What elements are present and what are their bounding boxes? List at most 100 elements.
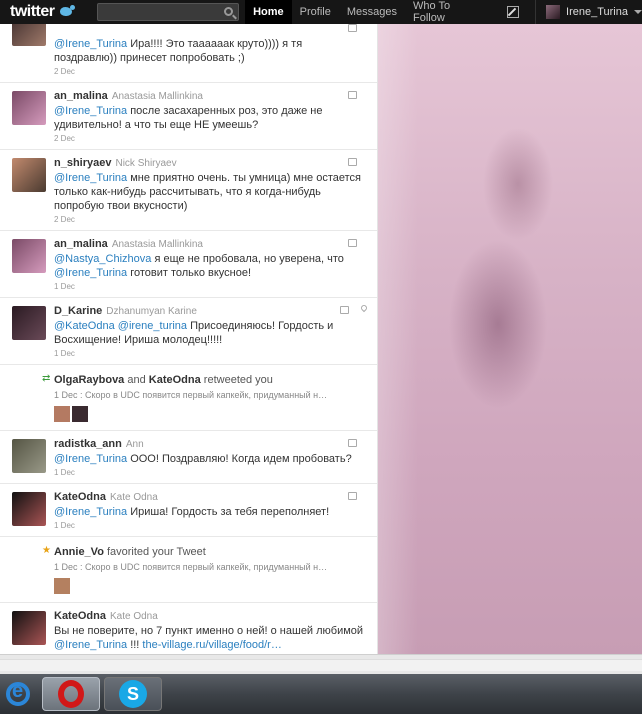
activity-action: retweeted you: [200, 374, 273, 386]
taskbar-ie-button[interactable]: [0, 677, 36, 711]
avatar[interactable]: [12, 611, 46, 645]
full-name: Ann: [125, 439, 144, 450]
favorite-activity[interactable]: ★ Annie_Vo favorited your Tweet 1 Dec : Ск…: [0, 537, 377, 603]
tweet-item[interactable]: radistka_ann Ann @Irene_Turina ООО! Поздра…: [0, 431, 377, 484]
tweet-date[interactable]: 1 Dec: [54, 349, 367, 358]
tweet-item[interactable]: an_malina Anastasia Mallinkina @Nastya_Chi…: [0, 231, 377, 298]
window-bottom: [0, 654, 642, 674]
tweet-text: @Irene_Turina Ира!!!! Это таааааак круто…: [54, 37, 367, 65]
screen-name[interactable]: n_shiryaev: [54, 157, 111, 169]
tweet-item[interactable]: D_Karine Dzhanumyan Karine @KateOdna @iren…: [0, 298, 377, 365]
activity-summary[interactable]: 1 Dec : Скоро в UDC появится первый капк…: [54, 390, 367, 400]
user-menu[interactable]: Irene_Turina: [535, 0, 642, 24]
screen-name[interactable]: an_malina: [54, 90, 108, 102]
tweet-header: n_shiryaev Nick Shiryaev: [54, 156, 367, 171]
tweet-item[interactable]: an_malina Anastasia Mallinkina @Irene_Turi…: [0, 83, 377, 150]
tweet-date[interactable]: 1 Dec: [54, 282, 367, 291]
compose-tweet-icon[interactable]: [507, 6, 520, 18]
tweet-date[interactable]: 1 Dec: [54, 521, 367, 530]
retweet-icon: ⇄: [42, 373, 51, 384]
nav-profile[interactable]: Profile: [292, 0, 339, 24]
nav-home[interactable]: Home: [245, 0, 292, 24]
avatar[interactable]: [12, 439, 46, 473]
reply-icon[interactable]: [348, 91, 357, 99]
star-icon: ★: [42, 545, 51, 556]
tweet-text: Вы не поверите, но 7 пункт именно о ней!…: [54, 624, 367, 652]
screen-name[interactable]: radistka_ann: [54, 438, 122, 450]
tweet-text: @KateOdna @irene_turina Присоединяюсь! Г…: [54, 319, 367, 347]
screen-name[interactable]: an_malina: [54, 238, 108, 250]
search-icon[interactable]: [224, 7, 234, 16]
avatar[interactable]: [12, 24, 46, 46]
tweet-date[interactable]: 2 Dec: [54, 215, 367, 224]
full-name: Kate Odna: [109, 611, 158, 622]
screen-name[interactable]: KateOdna: [54, 491, 106, 503]
nav-who-to-follow[interactable]: Who To Follow: [405, 0, 483, 24]
activity-line: Annie_Vo favorited your Tweet: [54, 545, 367, 559]
avatar[interactable]: [12, 158, 46, 192]
full-name: Nick Shiryaev: [115, 158, 177, 169]
tweet-item[interactable]: @Irene_Turina Ира!!!! Это таааааак круто…: [0, 24, 377, 83]
bird-icon: [58, 5, 76, 19]
retweet-activity[interactable]: ⇄ OlgaRaybova and KateOdna retweeted you 1…: [0, 365, 377, 431]
tweet-item[interactable]: KateOdna Kate Odna Вы не поверите, но 7 пу…: [0, 603, 377, 654]
internet-explorer-icon: [6, 680, 30, 706]
tweet-header: an_malina Anastasia Mallinkina: [54, 237, 367, 252]
skype-icon: S: [119, 680, 147, 708]
avatar[interactable]: [12, 306, 46, 340]
horizontal-scrollbar[interactable]: [0, 659, 642, 671]
tweet-header: D_Karine Dzhanumyan Karine: [54, 304, 367, 319]
tweet-item[interactable]: KateOdna Kate Odna @Irene_Turina Ириша! Го…: [0, 484, 377, 537]
mention-link[interactable]: @Irene_Turina: [54, 639, 127, 651]
mention-link[interactable]: @Irene_Turina: [54, 105, 127, 117]
avatar[interactable]: [12, 91, 46, 125]
reply-icon[interactable]: [348, 24, 357, 32]
avatar-thumbnail[interactable]: [54, 406, 70, 422]
tweet-text-part: !!!: [127, 639, 143, 651]
reply-icon[interactable]: [340, 306, 349, 314]
mention-link[interactable]: @KateOdna: [54, 320, 115, 332]
search-box[interactable]: [96, 3, 240, 22]
screen-name[interactable]: D_Karine: [54, 305, 102, 317]
mention-link[interactable]: @Irene_Turina: [54, 453, 127, 465]
tweet-link[interactable]: the-village.ru/village/food/r…: [142, 639, 281, 651]
taskbar-skype-button[interactable]: S: [104, 677, 162, 711]
user-name: Irene_Turina: [566, 6, 628, 18]
avatar[interactable]: [12, 492, 46, 526]
tweet-date[interactable]: 2 Dec: [54, 67, 367, 76]
activity-user[interactable]: KateOdna: [149, 374, 201, 386]
tweet-date[interactable]: 1 Dec: [54, 468, 367, 477]
mention-link[interactable]: @Irene_Turina: [54, 38, 127, 50]
avatar-thumbnail[interactable]: [54, 578, 70, 594]
twitter-logo[interactable]: twitter: [0, 0, 93, 24]
activity-user[interactable]: OlgaRaybova: [54, 374, 124, 386]
reply-icon[interactable]: [348, 158, 357, 166]
avatar-thumbnail[interactable]: [72, 406, 88, 422]
mention-link[interactable]: @Nastya_Chizhova: [54, 253, 151, 265]
timeline[interactable]: @Irene_Turina Ира!!!! Это таааааак круто…: [0, 24, 378, 654]
tweet-text-part: готовит только вкусное!: [127, 267, 252, 279]
reply-icon[interactable]: [348, 239, 357, 247]
taskbar-opera-button[interactable]: [42, 677, 100, 711]
mention-link[interactable]: @Irene_Turina: [54, 172, 127, 184]
tweet-header: an_malina Anastasia Mallinkina: [54, 89, 367, 104]
mention-link[interactable]: @irene_turina: [118, 320, 187, 332]
activity-action: favorited your Tweet: [103, 546, 206, 558]
tweet-item[interactable]: n_shiryaev Nick Shiryaev @Irene_Turina мне…: [0, 150, 377, 231]
user-avatar: [546, 5, 561, 19]
chevron-down-icon: [633, 10, 642, 14]
mention-link[interactable]: @Irene_Turina: [54, 506, 127, 518]
screen-name[interactable]: KateOdna: [54, 610, 106, 622]
full-name: Anastasia Mallinkina: [111, 239, 203, 250]
reply-icon[interactable]: [348, 439, 357, 447]
activity-user[interactable]: Annie_Vo: [54, 546, 104, 558]
nav-messages[interactable]: Messages: [339, 0, 405, 24]
tweet-date[interactable]: 2 Dec: [54, 134, 367, 143]
avatar[interactable]: [12, 239, 46, 273]
tweet-text: @Irene_Turina мне приятно очень. ты умни…: [54, 171, 367, 213]
reply-icon[interactable]: [348, 492, 357, 500]
activity-summary[interactable]: 1 Dec : Скоро в UDC появится первый капк…: [54, 562, 367, 572]
search-input[interactable]: [97, 6, 222, 22]
full-name: Kate Odna: [109, 492, 158, 503]
mention-link[interactable]: @Irene_Turina: [54, 267, 127, 279]
